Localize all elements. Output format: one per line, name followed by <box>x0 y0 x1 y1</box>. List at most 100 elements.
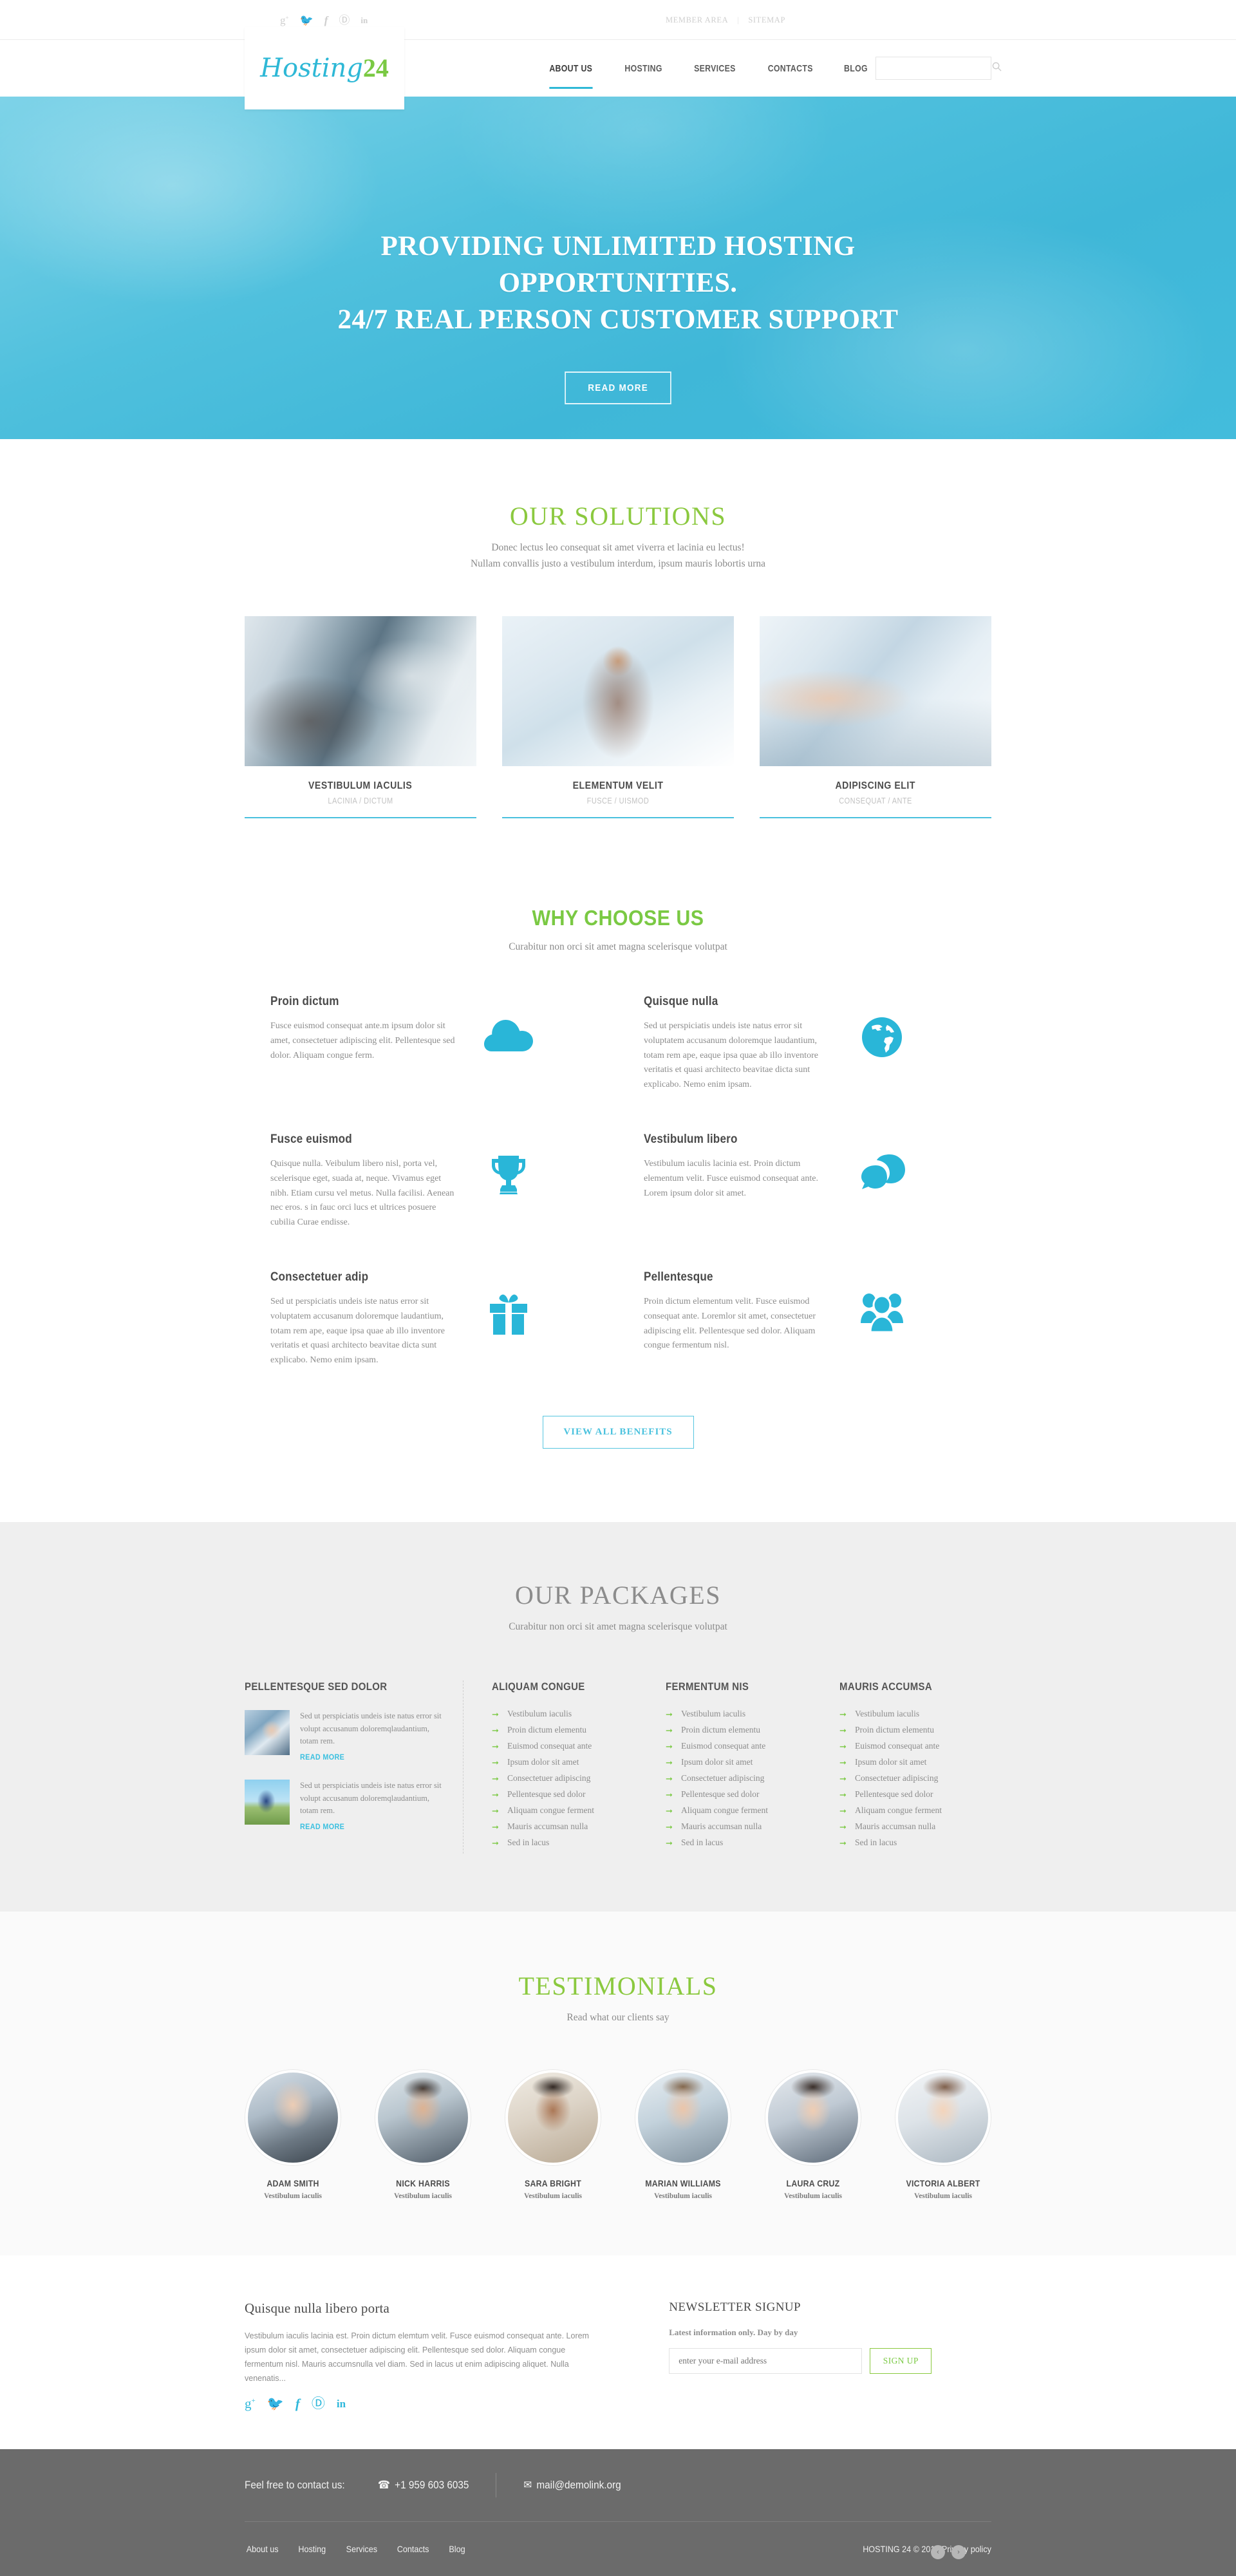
solutions-cards: VESTIBULUM IACULIS LACINIA / DICTUM ELEM… <box>245 616 991 818</box>
solutions-subtitle-line-1: Donec lectus leo consequat sit amet vive… <box>491 542 745 553</box>
package-feature-item[interactable]: ➞ Ipsum dolor sit amet <box>492 1757 618 1767</box>
benefit-text: Sed ut perspiciatis undeis iste natus er… <box>270 1297 445 1366</box>
package-feature-item[interactable]: ➞ Aliquam congue ferment <box>492 1805 618 1816</box>
package-feature-item[interactable]: ➞ Mauris accumsan nulla <box>666 1821 792 1832</box>
arrow-right-icon: ➞ <box>492 1774 499 1784</box>
package-feature-label: Ipsum dolor sit amet <box>507 1757 579 1767</box>
footer-nav-services[interactable]: Services <box>346 2544 377 2554</box>
search-input[interactable] <box>876 57 992 79</box>
package-feature-item[interactable]: ➞ Consectetuer adipiscing <box>666 1773 792 1783</box>
testimonial-card[interactable]: LAURA CRUZ Vestibulum iaculis <box>765 2069 861 2200</box>
package-feature-item[interactable]: ➞ Proin dictum elementu <box>492 1725 618 1735</box>
package-feature-item[interactable]: ➞ Euismod consequat ante <box>839 1741 966 1751</box>
testimonial-name: LAURA CRUZ <box>786 2177 840 2188</box>
featured-post-read-more[interactable]: READ MORE <box>300 1753 344 1762</box>
arrow-right-icon: ➞ <box>666 1806 673 1816</box>
package-feature-item[interactable]: ➞ Sed in lacus <box>492 1838 618 1848</box>
google-plus-icon[interactable]: g+ <box>245 2397 256 2411</box>
testimonial-card[interactable]: ADAM SMITH Vestibulum iaculis <box>245 2069 341 2200</box>
solution-card[interactable]: ADIPISCING ELIT CONSEQUAT / ANTE <box>760 616 991 818</box>
facebook-icon[interactable]: f <box>295 2397 300 2411</box>
package-feature-item[interactable]: ➞ Euismod consequat ante <box>666 1741 792 1751</box>
package-feature-item[interactable]: ➞ Consectetuer adipiscing <box>839 1773 966 1783</box>
package-column-heading: ALIQUAM CONGUE <box>492 1680 585 1693</box>
package-feature-item[interactable]: ➞ Consectetuer adipiscing <box>492 1773 618 1783</box>
package-feature-label: Euismod consequat ante <box>507 1741 592 1751</box>
footer-email[interactable]: ✉ mail@demolink.org <box>524 2479 621 2492</box>
testimonial-card[interactable]: NICK HARRIS Vestibulum iaculis <box>375 2069 471 2200</box>
package-feature-item[interactable]: ➞ Pellentesque sed dolor <box>839 1789 966 1800</box>
package-feature-item[interactable]: ➞ Aliquam congue ferment <box>666 1805 792 1816</box>
testimonials-section: TESTIMONIALS Read what our clients say A… <box>0 1912 1236 2255</box>
package-feature-item[interactable]: ➞ Vestibulum iaculis <box>492 1709 618 1719</box>
footer-phone[interactable]: ☎ +1 959 603 6035 <box>378 2479 469 2492</box>
benefit-text: Proin dictum elementum velit. Fusce euis… <box>644 1297 816 1351</box>
package-feature-item[interactable]: ➞ Mauris accumsan nulla <box>492 1821 618 1832</box>
benefit-title: Vestibulum libero <box>644 1133 738 1147</box>
package-feature-item[interactable]: ➞ Pellentesque sed dolor <box>492 1789 618 1800</box>
arrow-right-icon: ➞ <box>666 1838 673 1848</box>
package-feature-item[interactable]: ➞ Euismod consequat ante <box>492 1741 618 1751</box>
benefit-item: Proin dictum Fusce euismod consequat ant… <box>245 995 618 1104</box>
facebook-icon[interactable]: f <box>324 15 328 26</box>
testimonial-card[interactable]: VICTORIA ALBERT Vestibulum iaculis <box>895 2069 991 2200</box>
main-navigation: ABOUT US HOSTING SERVICES CONTACTS BLOG <box>533 40 882 97</box>
package-feature-item[interactable]: ➞ Vestibulum iaculis <box>666 1709 792 1719</box>
twitter-icon[interactable]: 🐦 <box>267 2397 284 2411</box>
solution-card[interactable]: VESTIBULUM IACULIS LACINIA / DICTUM <box>245 616 476 818</box>
pinterest-icon[interactable]: Ⓓ <box>312 2397 325 2411</box>
about-column: Quisque nulla libero porta Vestibulum ia… <box>245 2300 592 2411</box>
benefit-item: Fusce euismod Quisque nulla. Veibulum li… <box>245 1133 618 1242</box>
newsletter-signup-button[interactable]: SIGN UP <box>870 2347 932 2374</box>
newsletter-email-input[interactable] <box>669 2347 863 2374</box>
nav-item-hosting[interactable]: HOSTING <box>615 40 671 97</box>
package-feature-item[interactable]: ➞ Aliquam congue ferment <box>839 1805 966 1816</box>
packages-title: OUR PACKAGES <box>515 1581 721 1610</box>
linkedin-icon[interactable]: in <box>337 2398 346 2409</box>
featured-post-read-more[interactable]: READ MORE <box>300 1822 344 1831</box>
package-feature-item[interactable]: ➞ Pellentesque sed dolor <box>666 1789 792 1800</box>
footer-nav-blog[interactable]: Blog <box>449 2544 465 2554</box>
testimonial-card[interactable]: SARA BRIGHT Vestibulum iaculis <box>505 2069 601 2200</box>
nav-item-services[interactable]: SERVICES <box>684 40 745 97</box>
nav-item-blog[interactable]: BLOG <box>834 40 877 97</box>
logo[interactable]: Hosting24 <box>245 27 404 109</box>
search-icon[interactable] <box>992 62 1002 75</box>
newsletter-lead: Latest information only. Day by day <box>669 2327 798 2337</box>
linkedin-icon[interactable]: in <box>360 16 368 24</box>
pinterest-icon[interactable]: Ⓓ <box>339 15 350 26</box>
hero-read-more-button[interactable]: READ MORE <box>565 371 671 405</box>
package-feature-item[interactable]: ➞ Ipsum dolor sit amet <box>839 1757 966 1767</box>
package-feature-item[interactable]: ➞ Ipsum dolor sit amet <box>666 1757 792 1767</box>
footer-nav-hosting[interactable]: Hosting <box>299 2544 326 2554</box>
sitemap-link[interactable]: SITEMAP <box>748 15 785 25</box>
arrow-right-icon: ➞ <box>839 1758 847 1768</box>
nav-item-about-us[interactable]: ABOUT US <box>540 40 602 97</box>
benefit-title: Quisque nulla <box>644 995 718 1009</box>
google-plus-icon[interactable]: g+ <box>280 14 289 25</box>
package-feature-item[interactable]: ➞ Proin dictum elementu <box>839 1725 966 1735</box>
nav-item-contacts[interactable]: CONTACTS <box>758 40 823 97</box>
packages-featured-heading: PELLENTESQUE SED DOLOR <box>245 1680 388 1693</box>
twitter-icon[interactable]: 🐦 <box>300 15 314 26</box>
site-header: Hosting24 ABOUT US HOSTING SERVICES CONT… <box>0 27 1236 109</box>
testimonial-name: MARIAN WILLIAMS <box>645 2177 721 2188</box>
package-feature-item[interactable]: ➞ Sed in lacus <box>666 1838 792 1848</box>
arrow-right-icon: ➞ <box>666 1709 673 1720</box>
about-text: Vestibulum iaculis lacinia est. Proin di… <box>245 2331 589 2383</box>
arrow-right-icon: ➞ <box>839 1709 847 1720</box>
package-feature-item[interactable]: ➞ Vestibulum iaculis <box>839 1709 966 1719</box>
package-feature-item[interactable]: ➞ Mauris accumsan nulla <box>839 1821 966 1832</box>
package-feature-item[interactable]: ➞ Sed in lacus <box>839 1838 966 1848</box>
prev-arrow-button[interactable]: ‹ <box>931 2545 945 2560</box>
next-arrow-button[interactable]: › <box>951 2545 966 2560</box>
benefit-text: Fusce euismod consequat ante.m ipsum dol… <box>270 1021 455 1060</box>
view-all-benefits-button[interactable]: VIEW ALL BENEFITS <box>542 1416 694 1449</box>
footer-nav-contacts[interactable]: Contacts <box>397 2544 429 2554</box>
footer-nav-about-us[interactable]: About us <box>247 2544 279 2554</box>
testimonial-card[interactable]: MARIAN WILLIAMS Vestibulum iaculis <box>635 2069 731 2200</box>
copyright-text: HOSTING 24 © 2015 Privacy policy <box>863 2544 991 2555</box>
package-feature-item[interactable]: ➞ Proin dictum elementu <box>666 1725 792 1735</box>
solution-card[interactable]: ELEMENTUM VELIT FUSCE / UISMOD <box>502 616 734 818</box>
member-area-link[interactable]: MEMBER AREA <box>666 15 728 25</box>
